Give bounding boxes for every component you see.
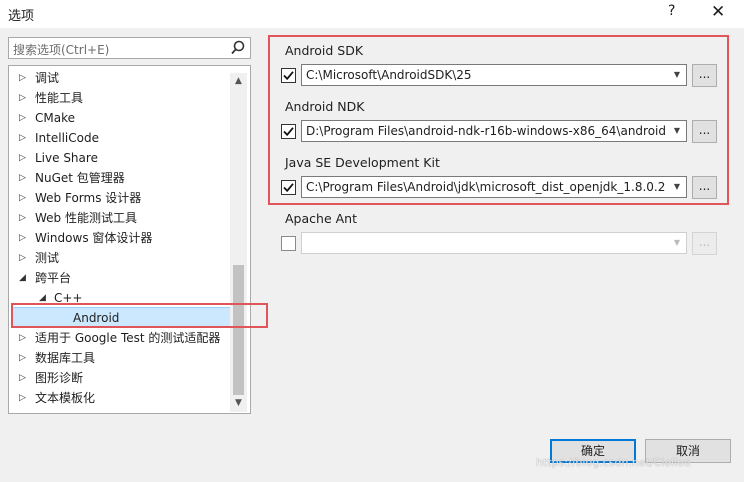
collapse-arrow-icon[interactable]: ◢ bbox=[19, 268, 26, 288]
expand-arrow-icon[interactable]: ▷ bbox=[19, 328, 26, 348]
sdk-path-combo[interactable]: C:\Microsoft\AndroidSDK\25 ▼ bbox=[301, 64, 687, 86]
sdk-checkbox[interactable] bbox=[281, 68, 296, 83]
chevron-down-icon[interactable]: ▼ bbox=[674, 70, 680, 79]
ndk-path-value[interactable]: D:\Program Files\android-ndk-r16b-window… bbox=[306, 124, 666, 138]
tree-item-perf-tools[interactable]: ▷ 性能工具 bbox=[9, 88, 231, 108]
expand-arrow-icon[interactable]: ▷ bbox=[19, 228, 26, 248]
sdk-label: Android SDK bbox=[285, 43, 364, 58]
scrollbar-thumb[interactable] bbox=[233, 265, 244, 395]
search-icon[interactable] bbox=[229, 39, 247, 57]
expand-arrow-icon[interactable]: ▷ bbox=[19, 368, 26, 388]
chevron-down-icon[interactable]: ▼ bbox=[674, 238, 680, 247]
scroll-down-icon[interactable]: ▼ bbox=[230, 395, 247, 412]
close-button[interactable]: ✕ bbox=[711, 2, 725, 22]
tree-item-cross-platform[interactable]: ◢ 跨平台 bbox=[9, 268, 231, 288]
tree-item-label: 图形诊断 bbox=[35, 371, 84, 385]
tree-item-nuget[interactable]: ▷ NuGet 包管理器 bbox=[9, 168, 231, 188]
tree-item-label: Web 性能测试工具 bbox=[35, 211, 137, 225]
jdk-checkbox[interactable] bbox=[281, 180, 296, 195]
ant-browse-button[interactable]: ... bbox=[692, 232, 717, 255]
expand-arrow-icon[interactable]: ▷ bbox=[19, 388, 26, 408]
tree-item-label: 文本模板化 bbox=[35, 391, 96, 405]
ant-checkbox[interactable] bbox=[281, 236, 296, 251]
chevron-down-icon[interactable]: ▼ bbox=[674, 182, 680, 191]
jdk-label: Java SE Development Kit bbox=[285, 155, 440, 170]
tree-item-label: IntelliCode bbox=[35, 131, 99, 145]
expand-arrow-icon[interactable]: ▷ bbox=[19, 168, 26, 188]
expand-arrow-icon[interactable]: ▷ bbox=[19, 348, 26, 368]
tree-item-label: 适用于 Google Test 的测试适配器 bbox=[35, 331, 221, 345]
expand-arrow-icon[interactable]: ▷ bbox=[19, 208, 26, 228]
checkmark-icon bbox=[283, 183, 294, 193]
scroll-up-icon[interactable]: ▲ bbox=[230, 73, 247, 90]
chevron-down-icon[interactable]: ▼ bbox=[674, 126, 680, 135]
tree-item-label: 性能工具 bbox=[35, 91, 84, 105]
ant-label: Apache Ant bbox=[285, 211, 357, 226]
tree-item-winforms[interactable]: ▷ Windows 窗体设计器 bbox=[9, 228, 231, 248]
tree-item-graphics-diag[interactable]: ▷ 图形诊断 bbox=[9, 368, 231, 388]
expand-arrow-icon[interactable]: ▷ bbox=[19, 188, 26, 208]
jdk-path-value[interactable]: C:\Program Files\Android\jdk\microsoft_d… bbox=[306, 180, 666, 194]
tree-item-label: Live Share bbox=[35, 151, 98, 165]
tree-item-test[interactable]: ▷ 测试 bbox=[9, 248, 231, 268]
watermark: https://blog.csdn.net/Ciellee bbox=[536, 456, 691, 469]
tree-item-google-test[interactable]: ▷ 适用于 Google Test 的测试适配器 bbox=[9, 328, 231, 348]
jdk-path-combo[interactable]: C:\Program Files\Android\jdk\microsoft_d… bbox=[301, 176, 687, 198]
title-bar: 选项 ? ✕ bbox=[0, 0, 744, 28]
sdk-browse-button[interactable]: ... bbox=[692, 64, 717, 87]
tree-item-label: 数据库工具 bbox=[35, 351, 96, 365]
tree-item-label: Web Forms 设计器 bbox=[35, 191, 142, 205]
expand-arrow-icon[interactable]: ▷ bbox=[19, 248, 26, 268]
android-highlight-box bbox=[11, 303, 268, 328]
tree-item-label: CMake bbox=[35, 111, 75, 125]
options-tree: ▷ 调试 ▷ 性能工具 ▷ CMake ▷ IntelliCode ▷ Live… bbox=[8, 65, 251, 414]
tree-item-debug[interactable]: ▷ 调试 bbox=[9, 68, 231, 88]
expand-arrow-icon[interactable]: ▷ bbox=[19, 128, 26, 148]
ndk-checkbox[interactable] bbox=[281, 124, 296, 139]
expand-arrow-icon[interactable]: ▷ bbox=[19, 108, 26, 128]
tree-item-web-forms[interactable]: ▷ Web Forms 设计器 bbox=[9, 188, 231, 208]
ndk-path-combo[interactable]: D:\Program Files\android-ndk-r16b-window… bbox=[301, 120, 687, 142]
window-title: 选项 bbox=[8, 9, 35, 24]
tree-item-web-perf[interactable]: ▷ Web 性能测试工具 bbox=[9, 208, 231, 228]
tree-item-label: 测试 bbox=[35, 251, 60, 265]
ndk-label: Android NDK bbox=[285, 99, 365, 114]
search-input[interactable]: 搜索选项(Ctrl+E) bbox=[13, 41, 109, 58]
tree-item-db-tools[interactable]: ▷ 数据库工具 bbox=[9, 348, 231, 368]
expand-arrow-icon[interactable]: ▷ bbox=[19, 68, 26, 88]
jdk-browse-button[interactable]: ... bbox=[692, 176, 717, 199]
ant-path-combo[interactable]: ▼ bbox=[301, 232, 687, 254]
help-button[interactable]: ? bbox=[668, 3, 675, 19]
tree-item-label: 调试 bbox=[35, 71, 60, 85]
expand-arrow-icon[interactable]: ▷ bbox=[19, 148, 26, 168]
tree-item-label: Windows 窗体设计器 bbox=[35, 231, 153, 245]
expand-arrow-icon[interactable]: ▷ bbox=[19, 88, 26, 108]
checkmark-icon bbox=[283, 71, 294, 81]
tree-item-label: NuGet 包管理器 bbox=[35, 171, 125, 185]
tree-scrollbar[interactable]: ▲ ▼ bbox=[230, 73, 247, 412]
tree-item-live-share[interactable]: ▷ Live Share bbox=[9, 148, 231, 168]
tree-item-cmake[interactable]: ▷ CMake bbox=[9, 108, 231, 128]
tree-item-intellicode[interactable]: ▷ IntelliCode bbox=[9, 128, 231, 148]
checkmark-icon bbox=[283, 127, 294, 137]
search-box[interactable]: 搜索选项(Ctrl+E) bbox=[8, 37, 251, 59]
tree-item-label: 跨平台 bbox=[35, 271, 72, 285]
tree-item-text-templating[interactable]: ▷ 文本模板化 bbox=[9, 388, 231, 408]
sdk-path-value[interactable]: C:\Microsoft\AndroidSDK\25 bbox=[306, 68, 666, 82]
ndk-browse-button[interactable]: ... bbox=[692, 120, 717, 143]
